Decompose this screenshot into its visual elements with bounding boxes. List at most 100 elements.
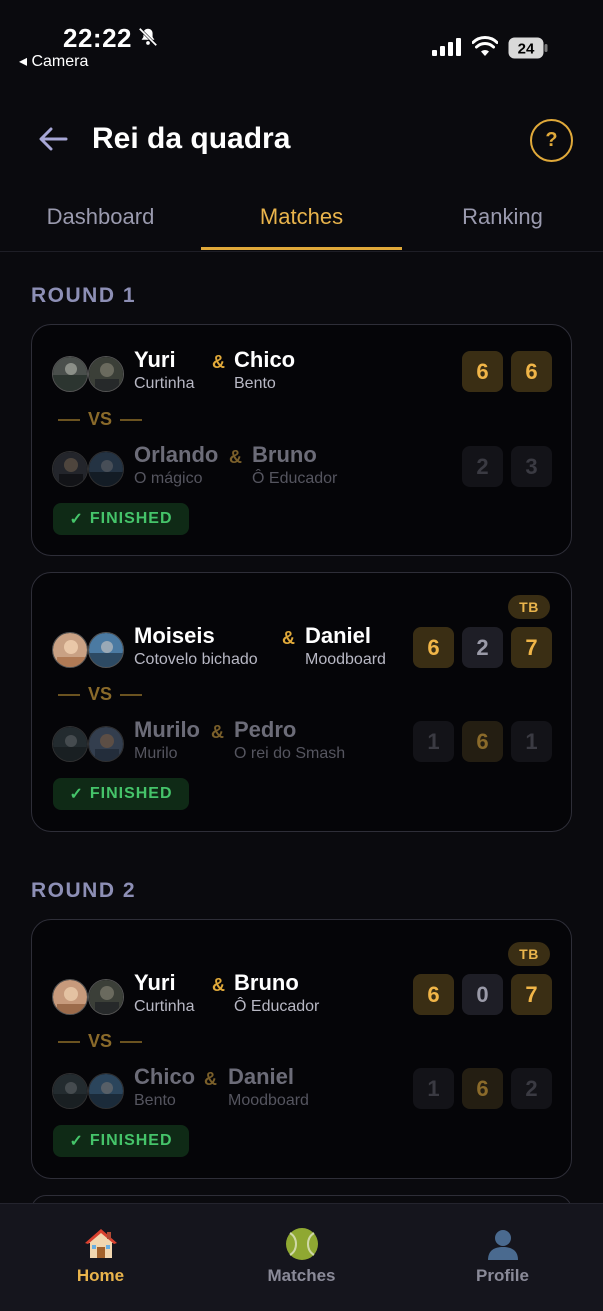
status-badge: ✓ FINISHED [53,1125,189,1157]
player-nickname: Bento [234,375,276,392]
nav-label: Home [76,1266,125,1285]
avatar [52,451,88,487]
nav-profile[interactable]: Profile [402,1226,603,1286]
vs-divider: VS [58,684,143,705]
bell-muted-icon [138,27,158,47]
check-icon: ✓ [69,786,84,803]
check-icon: ✓ [69,1133,84,1150]
tab-bar: Dashboard Matches Ranking [0,186,603,252]
player-name: Chico [134,1064,196,1089]
player-nickname: Murilo [134,745,178,762]
player-nickname: Moodboard [228,1092,309,1109]
team-winner: Yuri Curtinha & Bruno Ô Educador 6 0 7 [52,970,552,1018]
team-winner: Moiseis Cotovelo bichado & Daniel Moodbo… [52,623,552,671]
team-avatars [52,451,128,487]
wifi-icon [472,36,498,56]
score-row: 6 0 7 [413,974,552,1015]
player-name: Bruno [252,442,317,467]
player-name: Yuri [134,970,176,995]
team-loser: Chico Bento & Daniel Moodboard 1 6 2 [52,1064,552,1112]
tennis-ball-icon [284,1226,320,1262]
set-score: 6 [462,721,503,762]
battery-icon: 24 [508,37,548,59]
avatar [52,1073,88,1109]
active-tab-indicator [201,247,402,250]
score-row: 1 6 1 [413,721,552,762]
avatar [88,451,124,487]
set-score: 6 [462,1068,503,1109]
player-nickname: Curtinha [134,998,195,1015]
score-row: 1 6 2 [413,1068,552,1109]
help-button[interactable]: ? [530,119,573,162]
bottom-nav: Home Matches Profile [0,1203,603,1311]
player-name: Pedro [234,717,297,742]
ampersand: & [204,1069,217,1089]
set-score: 3 [511,446,552,487]
set-score: 2 [462,446,503,487]
avatar [88,356,124,392]
house-icon [83,1226,119,1262]
nav-label: Profile [476,1266,529,1285]
set-score: 2 [462,627,503,668]
status-badge: ✓ FINISHED [53,503,189,535]
profile-icon [485,1226,521,1262]
team-avatars [52,979,128,1015]
player-nickname: O rei do Smash [234,745,346,762]
match-card[interactable]: TB Yuri Curtinha & Bruno Ô Educador 6 0 … [31,919,572,1179]
team-loser: Orlando O mágico & Bruno Ô Educador 2 3 [52,442,552,490]
player-name: Daniel [305,623,372,648]
nav-matches[interactable]: Matches [201,1226,402,1286]
avatar [52,979,88,1015]
set-score: 7 [511,627,552,668]
player-name: Moiseis [134,623,215,648]
player-name: Bruno [234,970,299,995]
avatar [52,726,88,762]
svg-text:24: 24 [518,41,535,58]
signal-icon [432,38,461,56]
ampersand: & [211,722,224,742]
set-score: 6 [511,351,552,392]
ampersand: & [229,447,242,467]
team-loser: Murilo Murilo & Pedro O rei do Smash 1 6… [52,717,552,765]
score-row: 2 3 [462,446,552,487]
clock: 22:22 [63,23,132,53]
ampersand: & [212,975,225,995]
avatar [88,979,124,1015]
tiebreak-badge: TB [508,595,550,619]
status-text: FINISHED [89,785,173,802]
player-nickname: Bento [134,1092,176,1109]
match-card[interactable]: TB Moiseis Cotovelo bichado & Daniel Moo… [31,572,572,832]
player-name: Daniel [228,1064,295,1089]
score-row: 6 2 7 [413,627,552,668]
back-to-camera-link[interactable]: ◂ Camera [19,51,88,71]
app-header: Rei da quadra ? [0,110,603,170]
status-bar: 22:22 ◂ Camera 24 [0,0,603,80]
player-name: Yuri [134,347,176,372]
tab-ranking[interactable]: Ranking [402,186,603,252]
set-score: 6 [413,974,454,1015]
vs-divider: VS [58,409,143,430]
team-avatars [52,632,128,668]
ampersand: & [282,628,295,648]
back-arrow-icon[interactable] [36,122,70,156]
tiebreak-badge: TB [508,942,550,966]
player-nickname: Curtinha [134,375,195,392]
score-row: 6 6 [462,351,552,392]
set-score: 1 [413,721,454,762]
nav-home[interactable]: Home [0,1226,201,1286]
nav-label: Matches [267,1266,336,1285]
set-score: 6 [462,351,503,392]
set-score: 1 [511,721,552,762]
status-text: FINISHED [89,510,173,527]
avatar [88,632,124,668]
vs-divider: VS [58,1031,143,1052]
set-score: 6 [413,627,454,668]
set-score: 7 [511,974,552,1015]
tab-matches[interactable]: Matches [201,186,402,252]
player-name: Orlando [134,442,219,467]
player-name: Chico [234,347,296,372]
tab-dashboard[interactable]: Dashboard [0,186,201,252]
player-nickname: Cotovelo bichado [134,651,258,668]
match-card[interactable]: Yuri Curtinha & Chico Bento 6 6 VS Orlan… [31,324,572,556]
team-avatars [52,1073,128,1109]
